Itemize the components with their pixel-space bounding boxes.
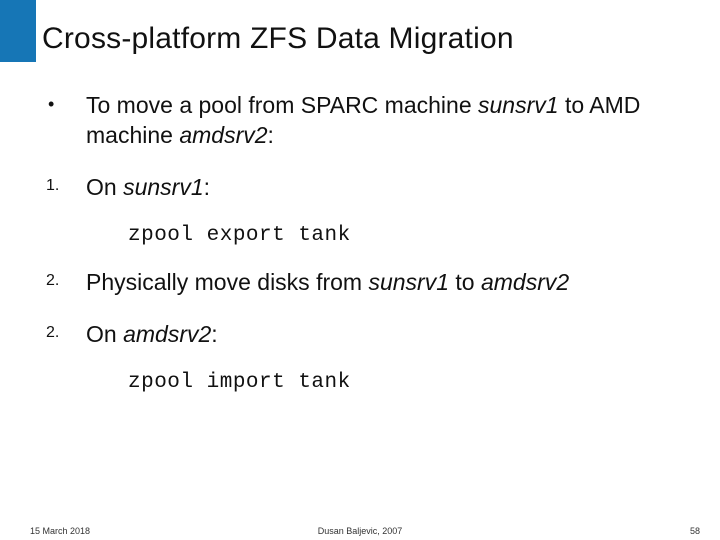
bullet-icon: • [42, 90, 86, 118]
slide-title: Cross-platform ZFS Data Migration [42, 22, 514, 56]
step-2-host2: amdsrv2 [481, 269, 569, 295]
intro-post: : [268, 122, 274, 148]
step-2-row: 2. Physically move disks from sunsrv1 to… [42, 267, 678, 297]
step-2-host1: sunsrv1 [368, 269, 449, 295]
step-2-pre: Physically move disks from [86, 269, 368, 295]
step-3-row: 2. On amdsrv2: [42, 319, 678, 349]
step-2-mid: to [449, 269, 481, 295]
step-3-post: : [211, 321, 217, 347]
step-1-row: 1. On sunsrv1: [42, 172, 678, 202]
step-3-pre: On [86, 321, 123, 347]
step-1-host: sunsrv1 [123, 174, 204, 200]
step-1-pre: On [86, 174, 123, 200]
intro-text: To move a pool from SPARC machine sunsrv… [86, 90, 678, 150]
step-2-text: Physically move disks from sunsrv1 to am… [86, 267, 678, 297]
step-3-text: On amdsrv2: [86, 319, 678, 349]
footer-page: 58 [690, 526, 700, 536]
step-3-num: 2. [42, 319, 86, 347]
step-1-code: zpool export tank [128, 224, 678, 247]
step-1-text: On sunsrv1: [86, 172, 678, 202]
step-3-host: amdsrv2 [123, 321, 211, 347]
step-1-post: : [204, 174, 210, 200]
footer-author: Dusan Baljevic, 2007 [0, 526, 720, 536]
host-amdsrv2: amdsrv2 [179, 122, 267, 148]
step-2-num: 2. [42, 267, 86, 295]
host-sunsrv1: sunsrv1 [478, 92, 559, 118]
step-1-num: 1. [42, 172, 86, 200]
slide-content: • To move a pool from SPARC machine suns… [42, 90, 678, 414]
slide: Cross-platform ZFS Data Migration • To m… [0, 0, 720, 540]
intro-pre: To move a pool from SPARC machine [86, 92, 478, 118]
intro-row: • To move a pool from SPARC machine suns… [42, 90, 678, 150]
accent-bar [0, 0, 36, 62]
step-3-code: zpool import tank [128, 371, 678, 394]
